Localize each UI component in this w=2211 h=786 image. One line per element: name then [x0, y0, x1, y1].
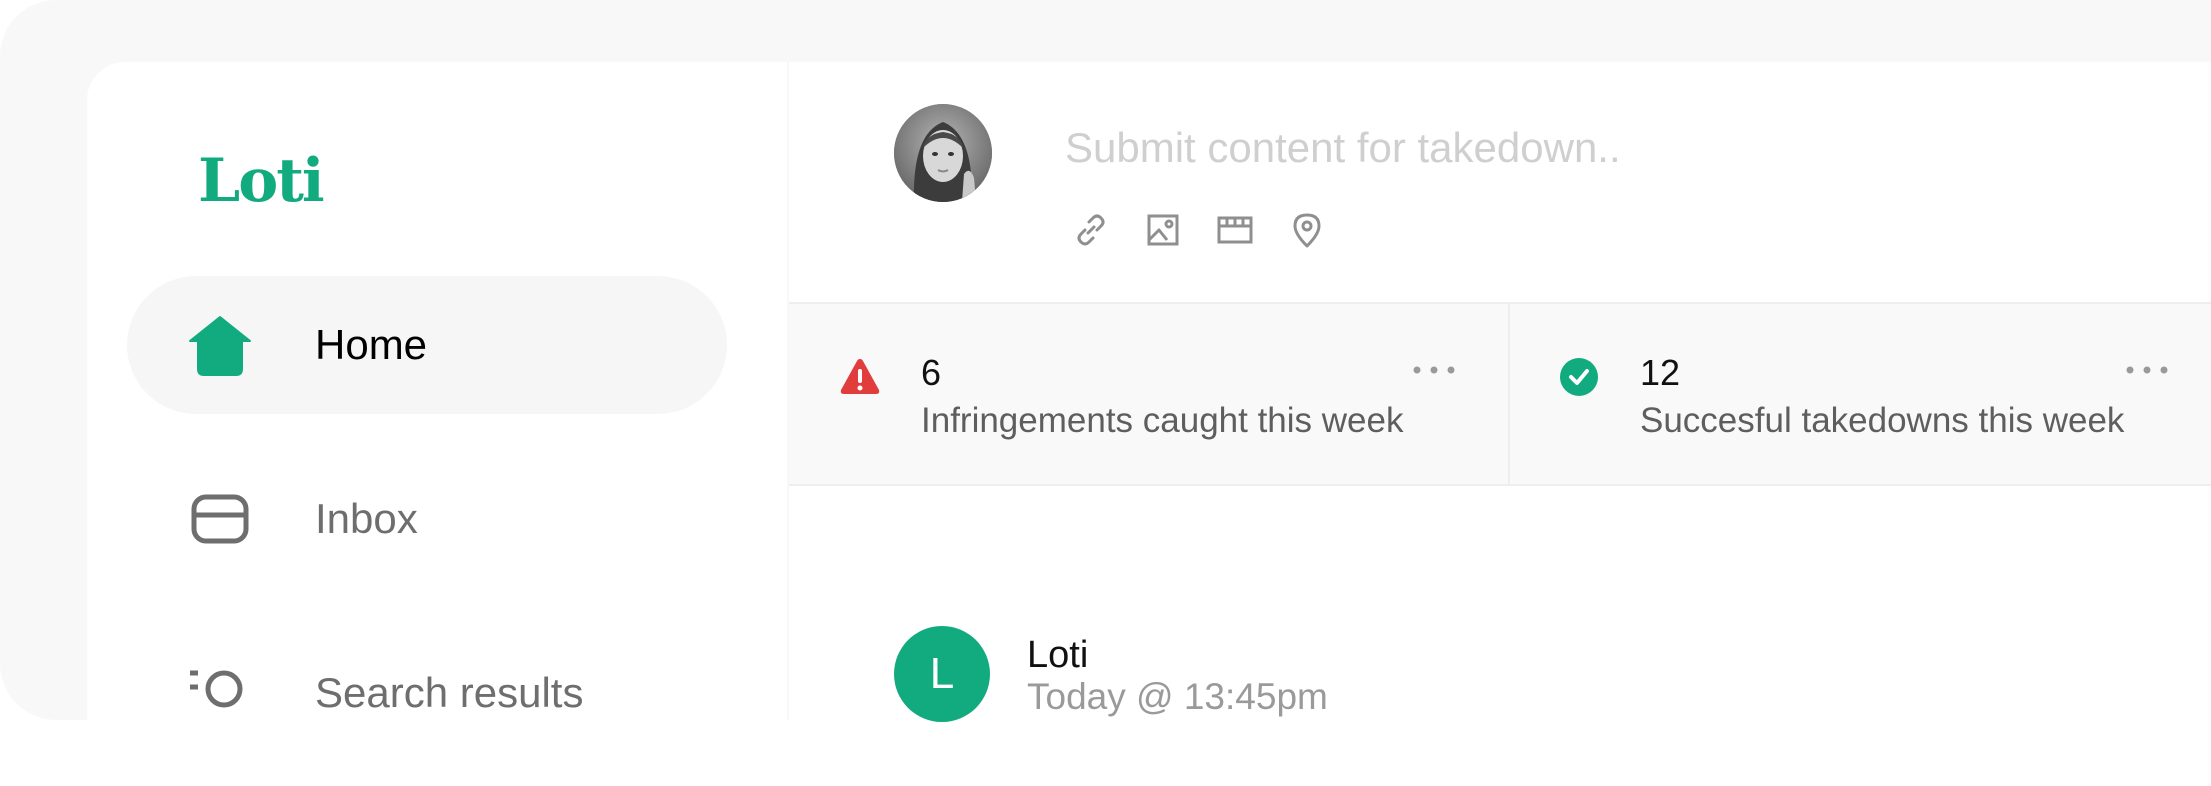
stat-card-infringements: 6 Infringements caught this week: [789, 304, 1510, 484]
main-panel: 6 Infringements caught this week 12 Succ…: [789, 62, 2211, 762]
inbox-icon: [191, 494, 249, 544]
stat-label: Succesful takedowns this week: [1640, 401, 2125, 440]
sidebar-item-search-results[interactable]: Search results: [127, 624, 727, 762]
user-photo-icon: [894, 104, 992, 202]
link-icon[interactable]: [1071, 210, 1111, 250]
location-icon[interactable]: [1287, 210, 1327, 250]
stat-value: 12: [1640, 352, 1681, 393]
sidebar-item-inbox[interactable]: Inbox: [127, 450, 727, 588]
user-avatar[interactable]: [894, 104, 992, 202]
post-author: Loti: [1027, 634, 1089, 676]
sidebar-item-home[interactable]: Home: [127, 276, 727, 414]
warning-icon: [840, 359, 880, 394]
stats-bar: 6 Infringements caught this week 12 Succ…: [789, 304, 2211, 486]
logo: Loti: [198, 146, 325, 216]
post-timestamp: Today @ 13:45pm: [1027, 676, 1328, 717]
stat-label: Infringements caught this week: [921, 401, 1404, 440]
author-avatar: L: [894, 626, 990, 722]
stat-card-takedowns: 12 Succesful takedowns this week: [1510, 304, 2211, 484]
sidebar-item-label: Home: [315, 321, 428, 368]
takedown-input[interactable]: [1065, 116, 2165, 180]
home-icon: [189, 316, 251, 376]
stat-value: 6: [921, 352, 942, 393]
sidebar-item-label: Search results: [315, 669, 584, 716]
check-circle-icon: [1560, 358, 1598, 396]
more-options-icon[interactable]: [1409, 360, 1459, 380]
sidebar-item-label: Inbox: [315, 495, 418, 542]
video-icon[interactable]: [1215, 210, 1255, 250]
composer: [789, 62, 2211, 304]
post-item[interactable]: L Loti Today @ 13:45pm: [789, 486, 2211, 786]
more-options-icon[interactable]: [2122, 360, 2172, 380]
search-results-icon: [190, 670, 243, 708]
sidebar: Loti Home Inbox Search results: [87, 62, 787, 762]
image-icon[interactable]: [1143, 210, 1183, 250]
